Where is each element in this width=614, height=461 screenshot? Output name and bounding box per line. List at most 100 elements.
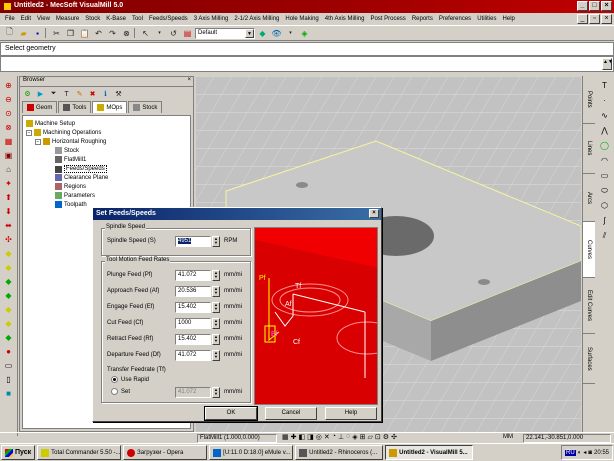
tree-item-feeds-speeds[interactable]: Feeds/Speeds: [55, 165, 107, 173]
zoom-out-icon[interactable]: ⊖: [3, 94, 15, 106]
tab-lines[interactable]: Lines: [583, 124, 595, 174]
view-options-icon[interactable]: ▾: [284, 27, 297, 39]
approach-feed-spinner[interactable]: ▲ ▼: [212, 286, 220, 297]
arc-icon[interactable]: ◠: [599, 155, 611, 167]
spindle-speed-input[interactable]: 4951: [175, 236, 211, 247]
settings-icon[interactable]: ⚒: [113, 89, 124, 100]
layers-icon[interactable]: ▤: [181, 27, 194, 39]
plunge-feed-spinner[interactable]: ▲ ▼: [212, 270, 220, 281]
menu-utilities[interactable]: Utilities: [474, 16, 499, 22]
offset-icon[interactable]: ⫽: [599, 230, 611, 242]
mdi-close-button[interactable]: ×: [601, 14, 612, 24]
collapse-icon[interactable]: −: [35, 138, 41, 145]
menu-view[interactable]: View: [34, 16, 53, 22]
menu-4th-axis[interactable]: 4th Axis Milling: [322, 16, 368, 22]
view-iso-icon[interactable]: ◆: [3, 290, 15, 302]
spline-icon[interactable]: ∫: [599, 215, 611, 227]
tree-item-parameters[interactable]: Parameters: [55, 192, 95, 199]
view-front-icon[interactable]: ◆: [3, 262, 15, 274]
snap-quad-icon[interactable]: ◈: [352, 433, 357, 441]
polygon-icon[interactable]: ⬡: [599, 200, 611, 212]
approach-feed-input[interactable]: 20.536: [175, 286, 211, 297]
dynamic-rotate-icon[interactable]: ✦: [3, 178, 15, 190]
start-button[interactable]: Пуск: [1, 445, 36, 460]
tree-item-horizontal-roughing[interactable]: − Horizontal Roughing: [35, 138, 106, 145]
stop-icon[interactable]: ✖: [87, 89, 98, 100]
ok-button[interactable]: OK: [204, 406, 258, 421]
help-button[interactable]: Help: [325, 407, 377, 420]
snap-plane-icon[interactable]: ▱: [368, 433, 373, 441]
tree-item-machine-setup[interactable]: Machine Setup: [26, 120, 75, 127]
tree-item-toolpath[interactable]: Toolpath: [55, 201, 87, 208]
chevron-down-icon[interactable]: ▼: [245, 28, 254, 38]
plunge-feed-input[interactable]: 41.072: [175, 270, 211, 281]
arrow-down-icon[interactable]: ⬇: [3, 206, 15, 218]
menu-hole-making[interactable]: Hole Making: [282, 16, 321, 22]
mdi-restore-button[interactable]: ▫: [589, 14, 600, 24]
curve-icon[interactable]: ∿: [599, 110, 611, 122]
cut-feed-input[interactable]: 1000: [175, 318, 211, 329]
circle-icon[interactable]: ◯: [599, 140, 611, 152]
tab-arcs[interactable]: Arcs: [583, 174, 595, 222]
polyline-icon[interactable]: ⋀: [599, 125, 611, 137]
snap-center-icon[interactable]: ◎: [316, 433, 322, 441]
departure-feed-input[interactable]: 41.072: [175, 350, 211, 361]
paste-icon[interactable]: 📋: [78, 27, 91, 39]
menu-reports[interactable]: Reports: [409, 16, 436, 22]
snap-point-icon[interactable]: ✚: [291, 433, 297, 441]
undo-icon[interactable]: ↶: [92, 27, 105, 39]
close-icon[interactable]: ×: [187, 77, 191, 83]
snap-tool-icon[interactable]: ⚙: [383, 433, 389, 441]
engage-feed-spinner[interactable]: ▲ ▼: [212, 302, 220, 313]
tray-app-icon[interactable]: ◙: [588, 450, 592, 456]
scroll-arrows-icon[interactable]: ▲▼: [602, 58, 613, 70]
menu-feeds-speeds[interactable]: Feeds/Speeds: [146, 16, 191, 22]
menu-2half-axis[interactable]: 2-1/2 Axis Milling: [231, 16, 282, 22]
snap-intersect-icon[interactable]: ✕: [324, 433, 330, 441]
shaded-icon[interactable]: ■: [3, 388, 15, 400]
info-icon[interactable]: ℹ: [100, 89, 111, 100]
save-icon[interactable]: ▪: [31, 27, 44, 39]
task-rhinoceros[interactable]: Untitled2 - Rhinoceros (...: [295, 445, 384, 460]
grid-icon[interactable]: ▦: [3, 136, 15, 148]
sphere-icon[interactable]: ●: [3, 346, 15, 358]
new-file-icon[interactable]: 🗋: [3, 27, 16, 39]
snap-mid-icon[interactable]: ◨: [307, 433, 314, 441]
snap-grid-icon[interactable]: ▦: [282, 433, 289, 441]
post-icon[interactable]: ✎: [74, 89, 85, 100]
tab-geom[interactable]: Geom: [22, 101, 58, 113]
tree-item-stock[interactable]: Stock: [55, 147, 79, 154]
filter-icon[interactable]: ⏷: [48, 89, 59, 100]
view-left-icon[interactable]: ◆: [3, 304, 15, 316]
view-bottom-icon[interactable]: ◆: [3, 332, 15, 344]
dialog-close-button[interactable]: ×: [369, 209, 379, 218]
collapse-icon[interactable]: −: [26, 129, 32, 136]
tab-tools[interactable]: Tools: [58, 101, 92, 113]
minimize-button[interactable]: _: [577, 1, 588, 11]
menu-preferences[interactable]: Preferences: [436, 16, 474, 22]
zoom-in-icon[interactable]: ⊕: [3, 80, 15, 92]
select-arrow-icon[interactable]: ↖: [139, 27, 152, 39]
snap-tangent-icon[interactable]: ◔: [332, 433, 336, 441]
generate-icon[interactable]: ⚙: [22, 89, 33, 100]
menu-tool[interactable]: Tool: [129, 16, 146, 22]
task-total-commander[interactable]: Total Commander 5.50 -...: [37, 445, 122, 460]
task-opera[interactable]: Загрузки - Opera: [123, 445, 208, 460]
tab-edit-curves[interactable]: Edit Curves: [583, 278, 595, 334]
tab-points[interactable]: Points: [583, 76, 595, 124]
menu-help[interactable]: Help: [500, 16, 518, 22]
menu-file[interactable]: File: [2, 16, 18, 22]
engage-feed-input[interactable]: 15.402: [175, 302, 211, 313]
wireframe-icon[interactable]: ▭: [3, 360, 15, 372]
menu-stock[interactable]: Stock: [82, 16, 103, 22]
mdi-minimize-button[interactable]: _: [577, 14, 588, 24]
spindle-spinner[interactable]: ▲ ▼: [212, 236, 220, 247]
snap-ortho-icon[interactable]: ⊞: [360, 433, 366, 441]
departure-feed-spinner[interactable]: ▲ ▼: [212, 350, 220, 361]
select-dropdown-icon[interactable]: ▾: [153, 27, 166, 39]
tool-icon[interactable]: T: [61, 89, 72, 100]
simulate-icon[interactable]: ▶: [35, 89, 46, 100]
open-folder-icon[interactable]: ▰: [17, 27, 30, 39]
set-feed-radio[interactable]: Set: [111, 388, 130, 395]
tab-mops[interactable]: MOps: [92, 101, 128, 113]
